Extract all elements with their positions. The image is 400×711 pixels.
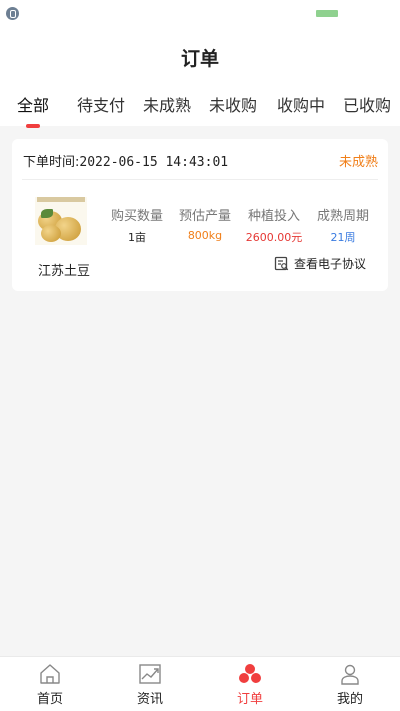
product-name: 江苏土豆 [38, 264, 91, 279]
nav-news-label: 资讯 [136, 692, 163, 707]
page-title: 订单 [180, 48, 219, 70]
order-status-badge: 未成熟 [338, 155, 378, 170]
orders-icon [239, 664, 261, 683]
home-icon [40, 664, 60, 684]
page-header: 订单 全部 待支付 未成熟 未收购 收购中 已收购 [0, 28, 400, 126]
stat-cycle-value: 21周 [330, 231, 356, 244]
tab-all[interactable]: 全部 [17, 92, 49, 116]
stat-quantity-label: 购买数量 [110, 209, 163, 224]
nav-news[interactable]: 资讯 [100, 657, 200, 711]
stat-estimated-yield: 预估产量 800kg [170, 205, 240, 242]
stat-cycle-label: 成熟周期 [316, 209, 369, 224]
profile-icon [341, 664, 359, 685]
view-contract-link[interactable]: 查看电子协议 [274, 254, 366, 272]
order-tabs: 全部 待支付 未成熟 未收购 收购中 已收购 [0, 92, 400, 122]
nav-home-label: 首页 [36, 692, 63, 707]
status-bar [0, 0, 400, 28]
nav-home[interactable]: 首页 [0, 657, 100, 711]
stat-yield-value: 800kg [187, 229, 223, 242]
order-time-value: 2022-06-15 14:43:01 [79, 155, 229, 170]
order-card[interactable]: 下单时间:2022-06-15 14:43:01 未成熟 江苏土豆 购买数量 1… [12, 139, 388, 291]
stat-maturity-cycle: 成熟周期 21周 [308, 205, 378, 245]
stat-investment-label: 种植投入 [247, 209, 300, 224]
battery-icon [316, 10, 338, 17]
order-time-label: 下单时间: [23, 155, 80, 170]
tab-purchasing[interactable]: 收购中 [277, 92, 325, 116]
card-divider [22, 179, 378, 180]
bottom-nav: 首页 资讯 订单 我的 [0, 656, 400, 711]
order-time: 下单时间:2022-06-15 14:43:01 [23, 151, 228, 170]
notification-icon [6, 7, 19, 20]
tab-purchased[interactable]: 已收购 [343, 92, 391, 116]
stat-quantity-value: 1亩 [128, 231, 146, 244]
stat-planting-investment: 种植投入 2600.00元 [239, 205, 309, 245]
view-contract-label: 查看电子协议 [294, 256, 367, 271]
tab-pending-payment[interactable]: 待支付 [77, 92, 125, 116]
chart-news-icon [139, 664, 161, 684]
stat-investment-value: 2600.00元 [245, 231, 303, 244]
product-image [35, 197, 87, 245]
nav-profile[interactable]: 我的 [300, 657, 400, 711]
stat-quantity: 购买数量 1亩 [102, 205, 172, 245]
tab-immature[interactable]: 未成熟 [143, 92, 191, 116]
active-tab-indicator [26, 124, 40, 128]
nav-profile-label: 我的 [336, 692, 363, 707]
nav-orders[interactable]: 订单 [200, 657, 300, 711]
nav-orders-label: 订单 [236, 692, 263, 707]
leaf-icon [41, 209, 53, 218]
tab-not-purchased[interactable]: 未收购 [209, 92, 257, 116]
stat-yield-label: 预估产量 [178, 209, 231, 224]
document-search-icon [274, 256, 289, 270]
